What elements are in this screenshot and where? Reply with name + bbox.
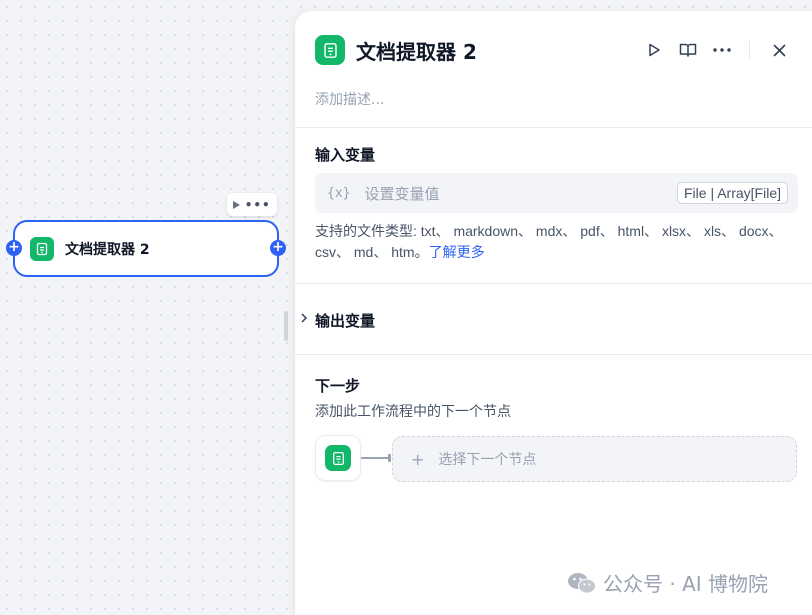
select-next-label: 选择下一个节点	[438, 452, 537, 468]
node-detail-panel: 文档提取器 2 添加描述... 输入变量 {x} 设置变量值 File | Ar…	[295, 11, 812, 615]
variable-selector[interactable]: {x} 设置变量值 File | Array[File]	[315, 173, 798, 213]
toolbar-divider	[749, 41, 750, 59]
plus-icon: +	[411, 449, 425, 469]
select-next-node-button[interactable]: + 选择下一个节点	[392, 436, 797, 482]
divider	[295, 127, 812, 128]
node-toolbar: •••	[227, 193, 277, 216]
output-section-title[interactable]: 输出变量	[315, 310, 375, 331]
connector-line	[361, 457, 391, 459]
next-step-title: 下一步	[315, 377, 361, 395]
doc-extractor-node[interactable]: 文档提取器 2	[13, 220, 279, 277]
more-icon[interactable]: •••	[245, 199, 271, 211]
doc-extractor-icon	[30, 236, 54, 261]
description-input[interactable]: 添加描述...	[315, 89, 384, 109]
learn-more-link[interactable]: 了解更多	[429, 244, 485, 260]
add-handle-icon[interactable]: +	[6, 240, 22, 256]
run-icon[interactable]	[643, 39, 665, 61]
chevron-right-icon[interactable]	[300, 312, 308, 324]
input-section-title: 输入变量	[315, 146, 376, 164]
current-node-badge	[315, 435, 361, 481]
connector-end	[388, 454, 391, 462]
next-step-subtitle: 添加此工作流程中的下一个节点	[315, 404, 511, 420]
watermark-text: 公众号 · AI 博物院	[603, 572, 769, 596]
wechat-icon	[568, 572, 596, 593]
divider	[295, 283, 812, 284]
doc-extractor-icon	[315, 35, 345, 65]
close-icon[interactable]	[768, 39, 790, 61]
divider	[295, 354, 812, 355]
panel-title[interactable]: 文档提取器 2	[356, 36, 477, 65]
run-icon[interactable]	[233, 200, 241, 209]
supported-types-list: 支持的文件类型: txt、 markdown、 mdx、 pdf、 html、 …	[315, 223, 783, 260]
add-handle-icon[interactable]: +	[270, 240, 286, 256]
type-badge: File | Array[File]	[677, 182, 788, 204]
variable-placeholder: 设置变量值	[364, 184, 440, 203]
variable-icon: {x}	[327, 185, 351, 201]
more-icon[interactable]	[711, 39, 733, 61]
panel-resize-handle[interactable]	[284, 311, 288, 341]
supported-types-text: 支持的文件类型: txt、 markdown、 mdx、 pdf、 html、 …	[315, 221, 785, 263]
book-icon[interactable]	[677, 39, 699, 61]
doc-extractor-icon	[325, 445, 351, 471]
node-title: 文档提取器 2	[65, 241, 150, 258]
watermark: 公众号 · AI 博物院	[567, 568, 768, 597]
header-toolbar	[643, 39, 802, 61]
